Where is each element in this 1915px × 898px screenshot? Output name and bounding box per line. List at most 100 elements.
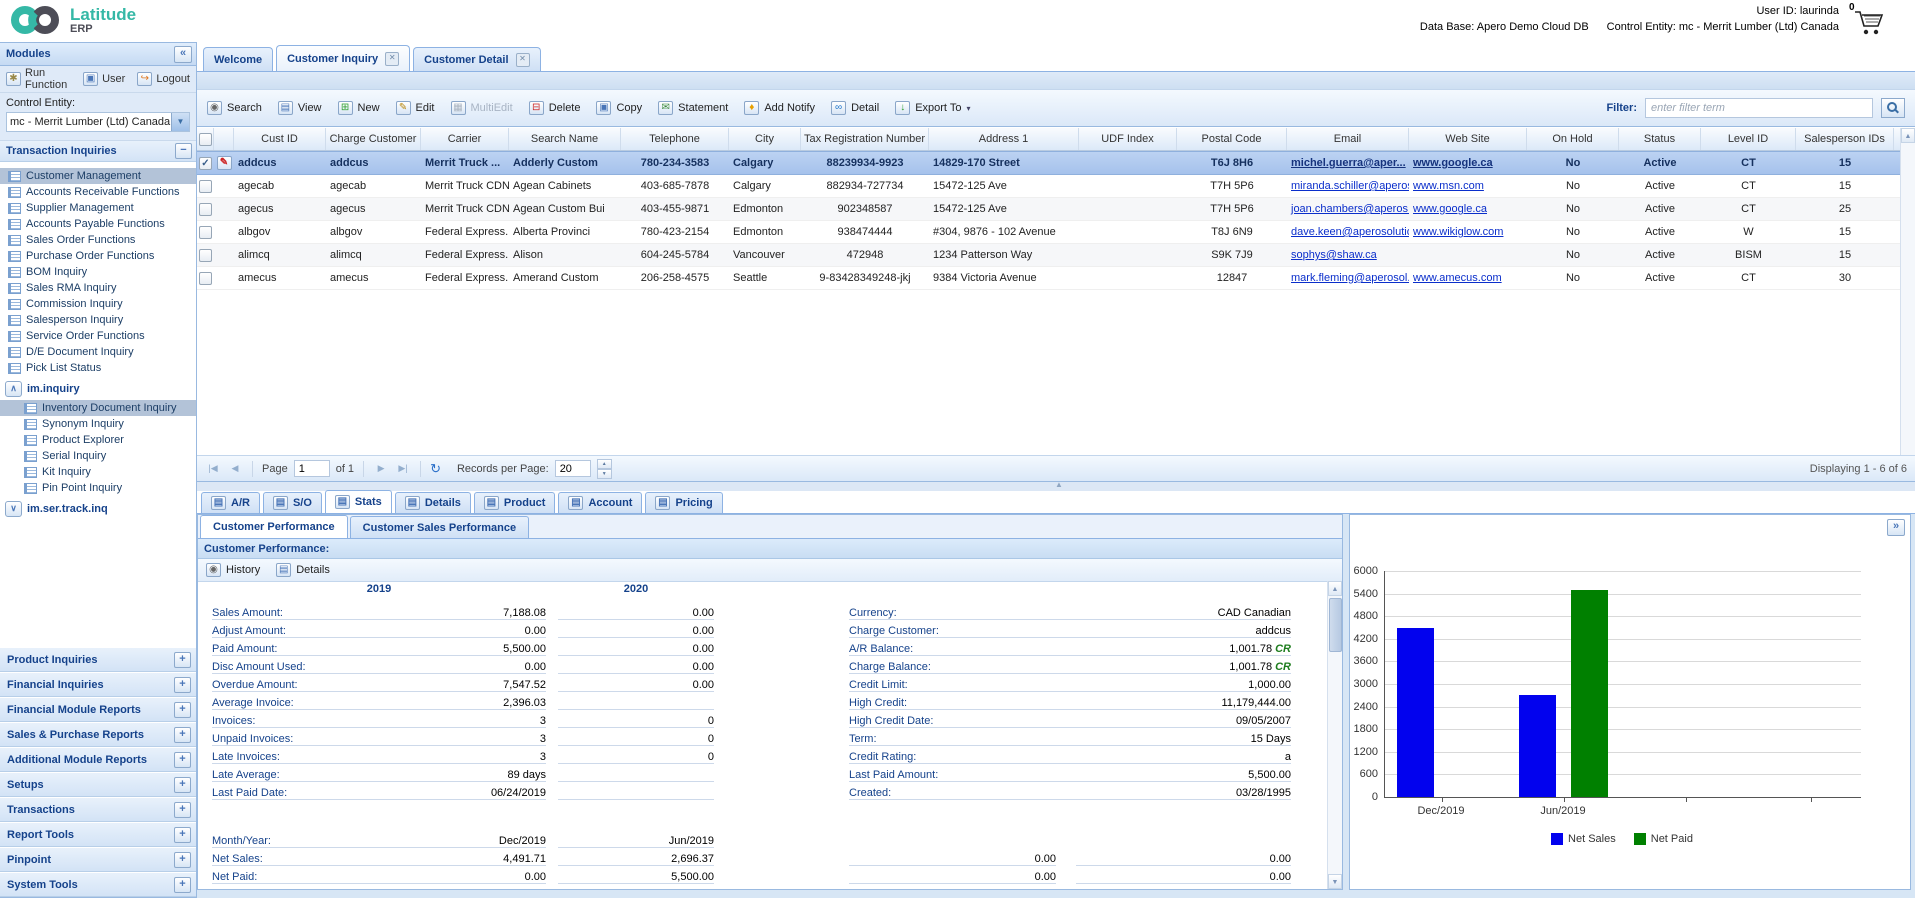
row-checkbox[interactable]: ✓: [199, 156, 212, 170]
select-all-header[interactable]: [197, 128, 214, 150]
sidebar-item-sales-rma-inquiry[interactable]: Sales RMA Inquiry: [0, 280, 196, 296]
scroll-up-icon[interactable]: ▲: [1328, 581, 1342, 596]
prev-page-button[interactable]: ◀: [227, 460, 243, 478]
cell-email[interactable]: michel.guerra@aper...: [1287, 157, 1409, 169]
scrollbar-thumb[interactable]: [1329, 598, 1342, 652]
sidebar-item-pick-list-status[interactable]: Pick List Status: [0, 360, 196, 376]
sidebar-item-purchase-order-functions[interactable]: Purchase Order Functions: [0, 248, 196, 264]
sidebar-item-kit-inquiry[interactable]: Kit Inquiry: [0, 464, 196, 480]
tab-s-o[interactable]: ▤ S/O: [262, 492, 322, 513]
row-checkbox-cell[interactable]: [197, 225, 214, 239]
run-function-button[interactable]: ✱ Run Function: [6, 67, 71, 91]
column-header-telephone[interactable]: Telephone: [621, 128, 729, 150]
column-header-email[interactable]: Email: [1287, 128, 1409, 150]
close-icon[interactable]: ✕: [385, 51, 400, 66]
cell-web-site[interactable]: www.msn.com: [1409, 180, 1527, 192]
tab-details[interactable]: ▤ Details: [394, 492, 471, 513]
column-header-search-name[interactable]: Search Name: [509, 128, 621, 150]
row-checkbox-cell[interactable]: [197, 202, 214, 216]
expand-section-button[interactable]: +: [174, 676, 191, 693]
column-header-charge-customer[interactable]: Charge Customer: [326, 128, 421, 150]
sidebar-section-report-tools[interactable]: Report Tools +: [0, 822, 196, 847]
sidebar-section-pinpoint[interactable]: Pinpoint +: [0, 847, 196, 872]
tab-stats[interactable]: ▤ Stats: [324, 490, 392, 513]
sidebar-item-customer-management[interactable]: Customer Management: [0, 168, 196, 184]
column-header-tax-registration-number[interactable]: Tax Registration Number: [801, 128, 929, 150]
sidebar-section-setups[interactable]: Setups +: [0, 772, 196, 797]
records-per-page-input[interactable]: [554, 460, 591, 477]
splitter-up-icon[interactable]: ▲: [1055, 480, 1063, 489]
sidebar-item-serial-inquiry[interactable]: Serial Inquiry: [0, 448, 196, 464]
refresh-button[interactable]: ↻: [430, 461, 441, 477]
transaction-inquiries-header[interactable]: Transaction Inquiries −: [0, 141, 196, 162]
sidebar-section-financial-inquiries[interactable]: Financial Inquiries +: [0, 672, 196, 697]
sidebar-item-service-order-functions[interactable]: Service Order Functions: [0, 328, 196, 344]
select-arrow-icon[interactable]: ▼: [171, 113, 189, 131]
sidebar-item-accounts-payable-functions[interactable]: Accounts Payable Functions: [0, 216, 196, 232]
column-header-level-id[interactable]: Level ID: [1701, 128, 1796, 150]
filter-search-button[interactable]: [1881, 98, 1905, 118]
column-header-address-1[interactable]: Address 1: [929, 128, 1079, 150]
expand-section-button[interactable]: +: [174, 726, 191, 743]
table-row[interactable]: agecus agecus Merrit Truck CDN Agean Custom…: [197, 198, 1901, 221]
collapse-section-button[interactable]: −: [175, 143, 192, 159]
row-checkbox[interactable]: [199, 202, 212, 216]
table-row[interactable]: albgov albgov Federal Express... Alberta Pr…: [197, 221, 1901, 244]
grid-scrollbar[interactable]: ▲: [1900, 128, 1915, 455]
expand-section-button[interactable]: +: [174, 751, 191, 768]
delete-button[interactable]: ⊟ Delete: [528, 101, 580, 115]
expand-section-button[interactable]: +: [174, 826, 191, 843]
column-header-on-hold[interactable]: On Hold: [1527, 128, 1619, 150]
edit-button[interactable]: ✎ Edit: [395, 101, 435, 115]
sidebar-section-transactions[interactable]: Transactions +: [0, 797, 196, 822]
cell-web-site[interactable]: www.wikiglow.com: [1409, 226, 1527, 238]
row-checkbox-cell[interactable]: [197, 248, 214, 262]
table-row[interactable]: ✓ ✎ addcus addcus Merrit Truck ... Adderly Cu…: [197, 151, 1901, 175]
control-entity-select[interactable]: mc - Merrit Lumber (Ltd) Canada ▼: [6, 112, 190, 132]
spinner-up-icon[interactable]: ▲: [596, 459, 612, 469]
expand-section-button[interactable]: +: [174, 651, 191, 668]
chevron-down-icon[interactable]: ∨: [5, 501, 22, 517]
expand-section-button[interactable]: +: [174, 851, 191, 868]
view-button[interactable]: ▤ View: [277, 101, 322, 115]
tab-customer-detail[interactable]: Customer Detail ✕: [413, 47, 541, 71]
chevron-up-icon[interactable]: ∧: [5, 381, 22, 397]
sidebar-item-synonym-inquiry[interactable]: Synonym Inquiry: [0, 416, 196, 432]
expand-section-button[interactable]: +: [174, 776, 191, 793]
cell-web-site[interactable]: www.amecus.com: [1409, 272, 1527, 284]
sidebar-group-im-inquiry[interactable]: ∧ im.inquiry: [0, 380, 196, 398]
tab-account[interactable]: ▤ Account: [558, 492, 643, 513]
tab-pricing[interactable]: ▤ Pricing: [645, 492, 723, 513]
tab-product[interactable]: ▤ Product: [473, 492, 556, 513]
cell-web-site[interactable]: www.google.ca: [1409, 203, 1527, 215]
sidebar-section-product-inquiries[interactable]: Product Inquiries +: [0, 647, 196, 672]
history-button[interactable]: ◉ History: [206, 563, 260, 577]
close-icon[interactable]: ✕: [515, 52, 530, 67]
table-row[interactable]: amecus amecus Federal Express... Amerand Cu…: [197, 267, 1901, 290]
filter-input[interactable]: [1645, 98, 1873, 118]
column-header-status[interactable]: Status: [1619, 128, 1701, 150]
spinner-down-icon[interactable]: ▼: [596, 469, 612, 479]
tab-welcome[interactable]: Welcome: [203, 47, 274, 71]
sidebar-item-pin-point-inquiry[interactable]: Pin Point Inquiry: [0, 480, 196, 496]
first-page-button[interactable]: |◀: [205, 460, 221, 478]
cell-web-site[interactable]: www.google.ca: [1409, 157, 1527, 169]
cell-email[interactable]: sophys@shaw.ca: [1287, 249, 1409, 261]
sidebar-item-d-e-document-inquiry[interactable]: D/E Document Inquiry: [0, 344, 196, 360]
last-page-button[interactable]: ▶|: [395, 460, 411, 478]
cell-email[interactable]: joan.chambers@aperos...: [1287, 203, 1409, 215]
sidebar-section-additional-module-reports[interactable]: Additional Module Reports +: [0, 747, 196, 772]
row-checkbox-cell[interactable]: [197, 179, 214, 193]
tab-a-r[interactable]: ▤ A/R: [201, 492, 260, 513]
table-row[interactable]: agecab agecab Merrit Truck CDN Agean Cabine…: [197, 175, 1901, 198]
add-notify-button[interactable]: ♦ Add Notify: [744, 101, 815, 115]
column-header-city[interactable]: City: [729, 128, 801, 150]
column-header-udf-index[interactable]: UDF Index: [1079, 128, 1177, 150]
cell-email[interactable]: miranda.schiller@aperos...: [1287, 180, 1409, 192]
details-button[interactable]: ▤ Details: [276, 563, 330, 577]
tab-customer-sales-performance[interactable]: Customer Sales Performance: [349, 516, 530, 538]
column-header-postal-code[interactable]: Postal Code: [1177, 128, 1287, 150]
user-button[interactable]: ▣ User: [83, 72, 125, 86]
copy-button[interactable]: ▣ Copy: [596, 101, 642, 115]
cart-button[interactable]: 0: [1847, 2, 1887, 38]
